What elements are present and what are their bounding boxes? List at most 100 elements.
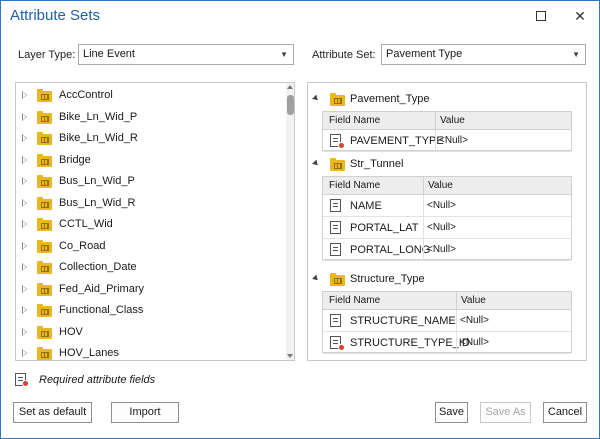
tree-item[interactable]: HOV [16,323,286,344]
field-value[interactable]: <Null> [460,315,489,326]
close-button[interactable]: ✕ [567,5,593,27]
tree-item[interactable]: Functional_Class [16,301,286,322]
feature-class-icon [330,158,345,171]
tree-item[interactable]: Co_Road [16,237,286,258]
field-row[interactable]: STRUCTURE_NAME <Null> [323,310,571,332]
field-value[interactable]: <Null> [439,135,468,146]
attribute-group-header[interactable]: Pavement_Type [308,90,586,110]
scroll-up-icon[interactable] [287,85,293,89]
field-name-header: Field Name [329,180,381,191]
tree-item-label: Bus_Ln_Wid_P [59,175,135,187]
tree-item[interactable]: HOV_Lanes [16,344,286,360]
feature-class-icon [37,239,52,253]
field-row[interactable]: NAME <Null> [323,195,571,217]
expand-arrow-icon[interactable] [22,112,27,121]
tree-scrollbar[interactable] [286,83,294,360]
save-button[interactable]: Save [435,402,468,423]
attribute-group-header[interactable]: Structure_Type [308,270,586,290]
tree-item[interactable]: Bike_Ln_Wid_P [16,108,286,129]
tree-item[interactable]: Bridge [16,151,286,172]
tree-item-label: CCTL_Wid [59,218,113,230]
field-value[interactable]: <Null> [427,222,456,233]
maximize-icon [536,11,546,21]
expand-arrow-icon[interactable] [22,349,27,357]
field-name: STRUCTURE_TYPE_ID [350,337,470,349]
tree-item-label: Bike_Ln_Wid_P [59,110,138,123]
expand-arrow-icon[interactable] [22,306,27,314]
set-as-default-button[interactable]: Set as default [13,402,92,423]
tree-item[interactable]: Fed_Aid_Primary [16,280,286,301]
tree-item[interactable]: Bus_Ln_Wid_P [16,172,286,193]
field-table: Field Name Value STRUCTURE_NAME <Null> STRUC… [322,291,572,354]
expand-arrow-icon[interactable] [22,220,27,228]
field-name: NAME [350,200,382,212]
scroll-thumb[interactable] [287,95,294,115]
attribute-sets-dialog: Attribute Sets ✕ Layer Type: Line Event … [0,0,600,439]
attribute-set-panel: Pavement_Type Field Name Value PAVEMENT_TYP… [307,82,587,361]
field-icon [330,221,341,234]
field-value[interactable]: <Null> [427,244,456,255]
feature-class-icon [37,218,52,231]
feature-class-icon [37,347,52,360]
attribute-group-name: Structure_Type [350,273,425,285]
attribute-set-dropdown[interactable]: Pavement Type ▼ [381,44,586,65]
cancel-button[interactable]: Cancel [543,402,587,423]
attribute-group-header[interactable]: Str_Tunnel [308,155,586,175]
field-name: PAVEMENT_TYPE [350,135,444,147]
value-header: Value [428,180,453,191]
collapse-arrow-icon[interactable] [312,274,320,283]
field-name-header: Field Name [329,295,381,306]
field-value[interactable]: <Null> [460,337,489,348]
field-name: PORTAL_LONG [350,244,431,256]
dialog-title: Attribute Sets [10,7,101,24]
field-table-header: Field Name Value [323,112,571,130]
required-field-icon [15,373,29,387]
tree-item[interactable]: Bike_Ln_Wid_R [16,129,286,150]
attribute-group-name: Str_Tunnel [350,158,404,170]
field-row[interactable]: STRUCTURE_TYPE_ID <Null> [323,332,571,354]
tree-item-label: Fed_Aid_Primary [59,282,144,295]
field-value[interactable]: <Null> [427,200,456,211]
field-name-header: Field Name [329,115,381,126]
feature-class-icon [37,325,52,339]
import-button[interactable]: Import [111,402,179,423]
feature-class-icon [37,153,52,167]
collapse-arrow-icon[interactable] [312,94,320,103]
tree-item[interactable]: CCTL_Wid [16,215,286,236]
save-as-button[interactable]: Save As [480,402,531,423]
layer-type-value: Line Event [83,48,135,60]
scroll-down-icon[interactable] [287,354,293,358]
feature-class-icon [37,196,52,210]
layer-type-dropdown[interactable]: Line Event ▼ [78,44,294,65]
maximize-button[interactable] [528,5,554,27]
expand-arrow-icon[interactable] [22,327,27,336]
required-field-icon [330,336,345,351]
feature-class-icon [37,132,52,145]
collapse-arrow-icon[interactable] [312,159,320,168]
expand-arrow-icon[interactable] [22,155,27,164]
expand-arrow-icon[interactable] [22,91,27,99]
field-name: PORTAL_LAT [350,222,419,234]
expand-arrow-icon[interactable] [22,134,27,142]
tree-item[interactable]: Bus_Ln_Wid_R [16,194,286,215]
expand-arrow-icon[interactable] [22,263,27,271]
field-icon [330,199,341,212]
tree-item-label: Bus_Ln_Wid_R [59,196,136,209]
expand-arrow-icon[interactable] [22,241,27,250]
value-header: Value [440,115,465,126]
tree-item-label: AccControl [59,89,113,101]
tree-item[interactable]: AccControl [16,86,286,107]
expand-arrow-icon[interactable] [22,284,27,293]
title-bar: Attribute Sets ✕ [1,1,599,33]
field-row[interactable]: PORTAL_LONG <Null> [323,239,571,261]
tree-item[interactable]: Collection_Date [16,258,286,279]
field-row[interactable]: PORTAL_LAT <Null> [323,217,571,239]
field-table: Field Name Value NAME <Null> PORTAL_LAT <Null… [322,176,572,261]
field-row[interactable]: PAVEMENT_TYPE <Null> [323,130,571,152]
chevron-down-icon: ▼ [280,50,288,59]
expand-arrow-icon[interactable] [22,177,27,185]
expand-arrow-icon[interactable] [22,198,27,207]
legend-text: Required attribute fields [39,374,156,386]
tree-item-label: HOV [59,325,83,338]
feature-class-icon [37,261,52,274]
